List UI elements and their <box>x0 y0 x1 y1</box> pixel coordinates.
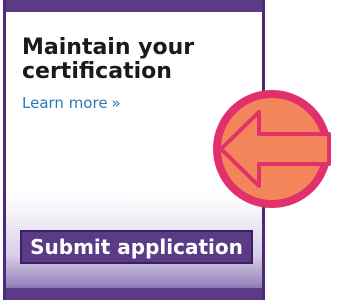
submit-application-button[interactable]: Submit application <box>20 230 253 264</box>
chevron-right-icon: » <box>111 94 121 112</box>
left-arrow-icon <box>213 90 331 208</box>
card-top-bar <box>6 0 262 12</box>
card-title: Maintain your certification <box>22 35 195 84</box>
learn-more-link[interactable]: Learn more» <box>22 94 121 112</box>
card-bottom-bar <box>6 288 262 300</box>
learn-more-label: Learn more <box>22 94 108 112</box>
page: Maintain your certification Learn more» … <box>0 0 340 300</box>
